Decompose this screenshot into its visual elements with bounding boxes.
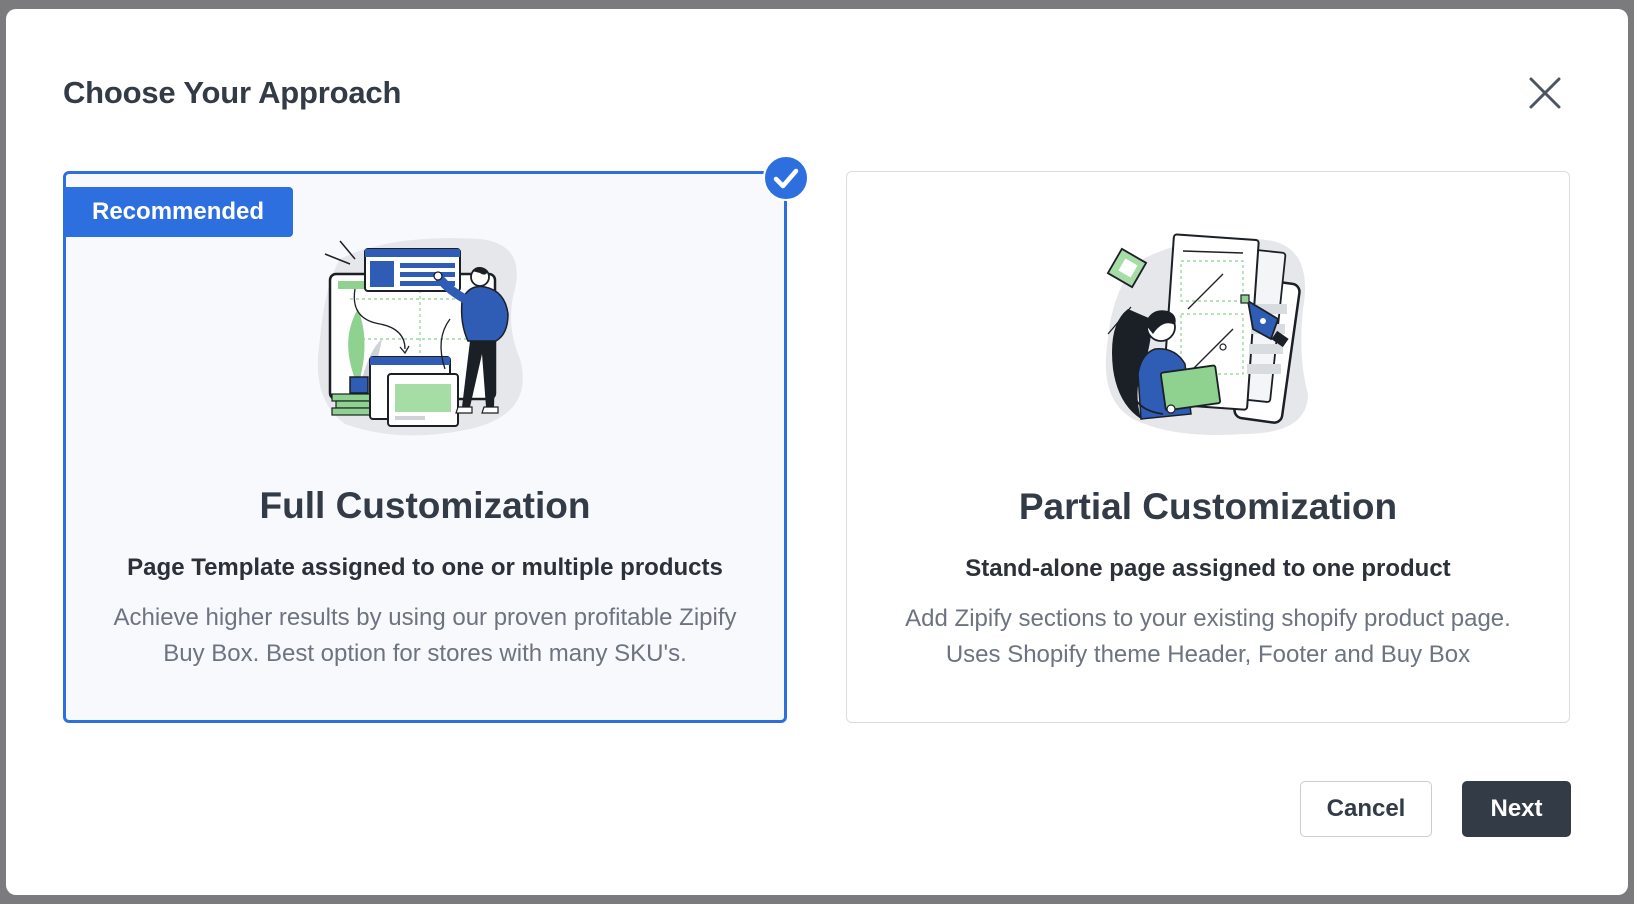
option-subtitle: Page Template assigned to one or multipl… — [127, 554, 723, 581]
designer-tablet-illustration — [1105, 233, 1308, 435]
option-description: Achieve higher results by using our prov… — [113, 604, 737, 667]
next-button[interactable]: Next — [1462, 781, 1571, 837]
choose-approach-dialog: Choose Your Approach Recommended Full Cu… — [6, 9, 1628, 895]
close-icon — [1529, 77, 1561, 109]
close-button[interactable] — [1521, 69, 1569, 117]
recommended-badge: Recommended — [63, 187, 294, 237]
option-card-full-customization[interactable]: Recommended Full Customization Page Temp… — [63, 155, 809, 723]
option-card-partial-customization[interactable]: Partial Customization Stand-alone page a… — [846, 171, 1570, 723]
cancel-button[interactable]: Cancel — [1300, 781, 1432, 837]
selected-check-icon — [763, 155, 809, 201]
option-description: Add Zipify sections to your existing sho… — [905, 605, 1511, 668]
dialog-title: Choose Your Approach — [63, 75, 402, 110]
option-title: Partial Customization — [1018, 486, 1398, 527]
option-subtitle: Stand-alone page assigned to one product — [965, 555, 1451, 582]
page-builder-illustration — [317, 238, 523, 436]
option-title: Full Customization — [259, 485, 591, 526]
